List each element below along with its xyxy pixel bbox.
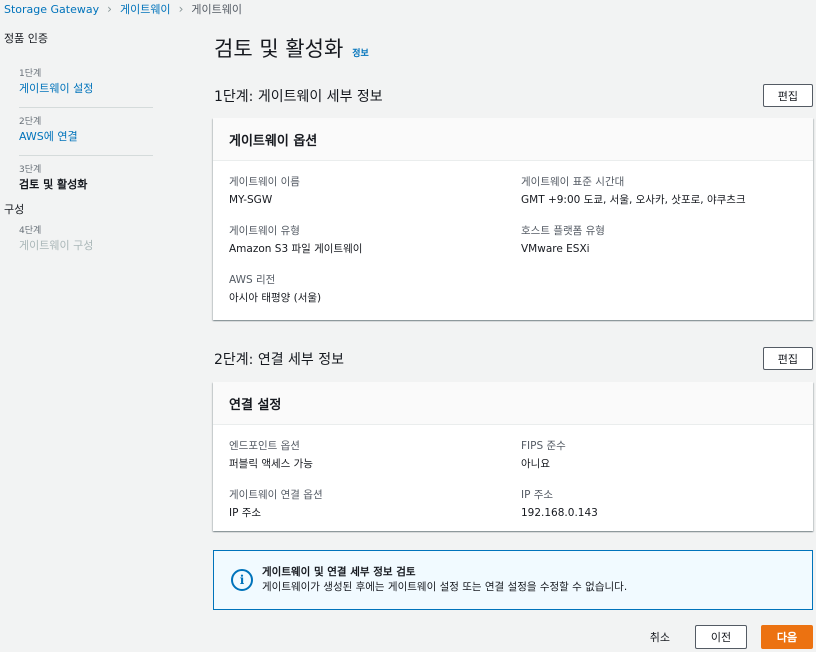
nav-step-2: 2단계 AWS에 연결 <box>19 108 153 156</box>
connection-settings-card: 연결 설정 엔드포인트 옵션 퍼블릭 액세스 가능 FIPS 준수 아니요 게이… <box>213 382 813 531</box>
field-value: Amazon S3 파일 게이트웨이 <box>229 243 363 255</box>
field-label: 게이트웨이 표준 시간대 <box>521 176 625 188</box>
nav-section-configure: 구성 <box>4 203 25 216</box>
next-button[interactable]: 다음 <box>761 625 813 649</box>
field-label: FIPS 준수 <box>521 440 566 452</box>
field-value: VMware ESXi <box>521 243 590 255</box>
step2-heading: 2단계: 연결 세부 정보 <box>214 351 345 368</box>
field-gateway-name: 게이트웨이 이름 MY-SGW <box>229 175 521 224</box>
breadcrumb: Storage Gateway › 게이트웨이 › 게이트웨이 <box>4 0 242 18</box>
field-aws-region: AWS 리전 아시아 태평양 (서울) <box>229 273 521 322</box>
field-value: 아시아 태평양 (서울) <box>229 292 322 304</box>
step-number: 1단계 <box>19 69 42 79</box>
wizard-footer: 취소 이전 다음 <box>639 625 813 649</box>
field-fips: FIPS 준수 아니요 <box>521 439 813 488</box>
page-header: 검토 및 활성화 정보 <box>214 33 369 63</box>
step-number: 2단계 <box>19 117 42 127</box>
field-label: 엔드포인트 옵션 <box>229 440 300 452</box>
field-value: IP 주소 <box>229 507 262 519</box>
field-endpoint-options: 엔드포인트 옵션 퍼블릭 액세스 가능 <box>229 439 521 488</box>
field-value: 퍼블릭 액세스 가능 <box>229 458 313 470</box>
breadcrumb-gateways[interactable]: 게이트웨이 <box>120 1 171 17</box>
step-number: 3단계 <box>19 165 42 175</box>
card-title: 연결 설정 <box>213 382 813 425</box>
field-label: 게이트웨이 연결 옵션 <box>229 489 323 501</box>
chevron-right-icon: › <box>178 2 184 16</box>
info-alert: i 게이트웨이 및 연결 세부 정보 검토 게이트웨이가 생성된 후에는 게이트… <box>213 550 813 610</box>
breadcrumb-current: 게이트웨이 <box>191 3 242 16</box>
gateway-options-card: 게이트웨이 옵션 게이트웨이 이름 MY-SGW 게이트웨이 표준 시간대 GM… <box>213 118 813 320</box>
nav-step-1: 1단계 게이트웨이 설정 <box>19 60 153 108</box>
page-title: 검토 및 활성화 <box>214 37 344 61</box>
field-gateway-timezone: 게이트웨이 표준 시간대 GMT +9:00 도쿄, 서울, 오사카, 삿포로,… <box>521 175 813 224</box>
field-host-platform: 호스트 플랫폼 유형 VMware ESXi <box>521 224 813 273</box>
field-label: 호스트 플랫폼 유형 <box>521 225 605 237</box>
field-connection-option: 게이트웨이 연결 옵션 IP 주소 <box>229 488 521 537</box>
card-body: 엔드포인트 옵션 퍼블릭 액세스 가능 FIPS 준수 아니요 게이트웨이 연결… <box>213 425 813 537</box>
nav-step-2-link[interactable]: AWS에 연결 <box>19 129 153 145</box>
alert-message: 게이트웨이가 생성된 후에는 게이트웨이 설정 또는 연결 설정을 수정할 수 … <box>262 581 628 593</box>
step2-edit-button[interactable]: 편집 <box>762 347 813 370</box>
cancel-button[interactable]: 취소 <box>639 625 681 649</box>
card-body: 게이트웨이 이름 MY-SGW 게이트웨이 표준 시간대 GMT +9:00 도… <box>213 161 813 322</box>
nav-step-3: 3단계 검토 및 활성화 <box>19 156 153 203</box>
info-icon: i <box>231 569 253 591</box>
field-label: 게이트웨이 유형 <box>229 225 300 237</box>
field-ip-address: IP 주소 192.168.0.143 <box>521 488 813 537</box>
field-value: 192.168.0.143 <box>521 507 598 519</box>
step-number: 4단계 <box>19 226 42 236</box>
step2-header: 2단계: 연결 세부 정보 편집 <box>214 347 813 370</box>
wizard-side-nav: 정품 인증 1단계 게이트웨이 설정 2단계 AWS에 연결 3단계 검토 및 … <box>0 30 170 264</box>
field-label: IP 주소 <box>521 489 554 501</box>
step1-heading: 1단계: 게이트웨이 세부 정보 <box>214 88 383 105</box>
field-value: 아니요 <box>521 458 550 470</box>
previous-button[interactable]: 이전 <box>695 625 747 649</box>
chevron-right-icon: › <box>107 2 112 16</box>
nav-step-4: 4단계 게이트웨이 구성 <box>19 219 153 264</box>
card-title: 게이트웨이 옵션 <box>213 118 813 161</box>
nav-step-4-disabled: 게이트웨이 구성 <box>19 239 94 252</box>
alert-title: 게이트웨이 및 연결 세부 정보 검토 <box>262 566 416 578</box>
field-label: 게이트웨이 이름 <box>229 176 300 188</box>
field-value: MY-SGW <box>229 194 273 206</box>
info-link[interactable]: 정보 <box>352 46 369 59</box>
alert-content: 게이트웨이 및 연결 세부 정보 검토 게이트웨이가 생성된 후에는 게이트웨이… <box>262 565 627 595</box>
field-gateway-type: 게이트웨이 유형 Amazon S3 파일 게이트웨이 <box>229 224 521 273</box>
nav-section-activation: 정품 인증 <box>4 32 48 45</box>
step1-header: 1단계: 게이트웨이 세부 정보 편집 <box>214 84 813 107</box>
nav-step-3-current: 검토 및 활성화 <box>19 178 88 191</box>
step1-edit-button[interactable]: 편집 <box>762 84 813 107</box>
field-value: GMT +9:00 도쿄, 서울, 오사카, 삿포로, 야쿠츠크 <box>521 194 746 206</box>
field-label: AWS 리전 <box>229 274 276 286</box>
breadcrumb-storage-gateway[interactable]: Storage Gateway <box>4 3 99 16</box>
nav-step-1-link[interactable]: 게이트웨이 설정 <box>19 81 153 97</box>
